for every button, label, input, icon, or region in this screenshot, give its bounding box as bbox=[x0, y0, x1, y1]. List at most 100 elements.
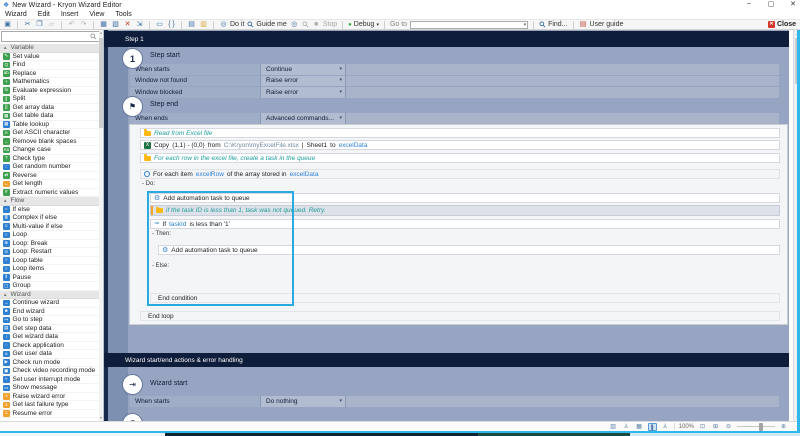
maximize-button[interactable]: ▢ bbox=[766, 0, 776, 8]
menu-view[interactable]: View bbox=[89, 11, 104, 18]
sidebar-item-check-application[interactable]: ◌Check application bbox=[0, 342, 100, 351]
paste-icon[interactable]: ▱ bbox=[47, 20, 56, 29]
sidebar-item-get-wizard-data[interactable]: iGet wizard data bbox=[0, 333, 100, 342]
sidebar-item-get-last-failure-type[interactable]: ⚠Get last failure type bbox=[0, 401, 100, 410]
comment-row[interactable]: For each row in the excel file, create a… bbox=[140, 153, 780, 163]
wizard-actions-header[interactable]: Wizard start/end actions & error handlin… bbox=[104, 353, 789, 367]
sidebar-item-loop-break[interactable]: ⊗Loop: Break bbox=[0, 240, 100, 249]
sidebar-item-evaluate-expression[interactable]: fxEvaluate expression bbox=[0, 87, 100, 96]
end-loop-row[interactable]: End loop bbox=[140, 311, 780, 321]
sidebar-item-mathematics[interactable]: +Mathematics bbox=[0, 78, 100, 87]
cut-icon[interactable]: ✂ bbox=[23, 20, 32, 29]
minimize-button[interactable]: – bbox=[744, 0, 754, 8]
sidebar-category-flow[interactable]: ▲Flow bbox=[0, 197, 100, 206]
zoom-slider-thumb[interactable] bbox=[759, 423, 763, 431]
sidebar-item-resume-error[interactable]: ⚠Resume error bbox=[0, 410, 100, 419]
sidebar-item-show-message[interactable]: ▭Show message bbox=[0, 384, 100, 393]
step1-header[interactable]: Step 1 bbox=[104, 31, 789, 47]
window-not-found-dropdown[interactable]: Raise error▾ bbox=[260, 76, 345, 87]
sidebar-item-get-step-data[interactable]: ▤Get step data bbox=[0, 325, 100, 334]
sidebar-item-remove-blank-spaces[interactable]: _Remove blank spaces bbox=[0, 138, 100, 147]
fit-screen-icon[interactable]: ⊡ bbox=[698, 423, 707, 431]
sidebar-item-end-wizard[interactable]: ■End wizard bbox=[0, 308, 100, 317]
debug-button[interactable]: ● Debug ▾ bbox=[348, 21, 379, 28]
sidebar-item-get-array-data[interactable]: []Get array data bbox=[0, 104, 100, 113]
else-label[interactable]: - Else: bbox=[152, 263, 169, 269]
sidebar-item-table-lookup[interactable]: ▦Table lookup bbox=[0, 121, 100, 130]
goto-input[interactable]: ▾ bbox=[410, 21, 528, 29]
menu-edit[interactable]: Edit bbox=[38, 11, 50, 18]
delete-icon[interactable]: ✕ bbox=[123, 20, 132, 29]
sidebar-item-loop-items[interactable]: ○Loop items bbox=[0, 265, 100, 274]
sidebar-item-get-ascii-character[interactable]: AGet ASCII character bbox=[0, 129, 100, 138]
sidebar-item-get-length[interactable]: ↔Get length bbox=[0, 180, 100, 189]
sidebar-item-reverse[interactable]: ⇄Reverse bbox=[0, 172, 100, 181]
selected-comment-row[interactable]: if the task ID is less than 1, task was … bbox=[150, 205, 780, 216]
do-it-button[interactable]: ◎ Do it bbox=[219, 20, 244, 29]
sidebar-item-loop-restart[interactable]: ⊙Loop: Restart bbox=[0, 248, 100, 257]
add-task-row[interactable]: ⚙ Add automation task to queue bbox=[158, 245, 780, 255]
file-icon[interactable]: ▤ bbox=[187, 20, 196, 29]
view-steps-icon[interactable]: ⅄ bbox=[622, 423, 631, 431]
view-tree-icon[interactable]: ⅄ bbox=[661, 423, 670, 431]
target-icon[interactable]: ◎ bbox=[290, 20, 299, 29]
sidebar-search-input[interactable] bbox=[1, 31, 100, 42]
stop-button[interactable]: ■ Stop bbox=[312, 20, 337, 29]
close-wizard-button[interactable]: ✕ Close bbox=[768, 21, 796, 28]
sidebar-item-loop-table[interactable]: ○Loop table bbox=[0, 257, 100, 266]
menu-tools[interactable]: Tools bbox=[115, 11, 131, 18]
scrollbar-thumb[interactable] bbox=[99, 38, 103, 128]
sidebar-item-if-else[interactable]: =If else bbox=[0, 206, 100, 215]
guide-me-button[interactable]: Guide me bbox=[247, 21, 286, 28]
sidebar-item-group[interactable]: ▢Group bbox=[0, 282, 100, 291]
window-blocked-dropdown[interactable]: Raise error▾ bbox=[260, 87, 345, 98]
when-starts-dropdown[interactable]: Continue▾ bbox=[260, 64, 345, 75]
when-ends-dropdown[interactable]: Advanced commands...▾ bbox=[260, 113, 345, 124]
sidebar-item-complex-if-else[interactable]: ≣Complex if else bbox=[0, 214, 100, 223]
fit-width-icon[interactable]: ⊞ bbox=[711, 423, 720, 431]
sidebar-item-raise-wizard-error[interactable]: ⚠Raise wizard error bbox=[0, 393, 100, 402]
comment-row[interactable]: Read from Excel file bbox=[140, 128, 780, 138]
sidebar-item-get-random-number[interactable]: ::Get random number bbox=[0, 163, 100, 172]
view-document-icon[interactable]: ❚ bbox=[648, 423, 657, 431]
add-task-row[interactable]: ⚙ Add automation task to queue bbox=[150, 193, 780, 203]
resize-icon[interactable]: ⇲ bbox=[135, 20, 144, 29]
sidebar-item-check-run-mode[interactable]: ▶Check run mode bbox=[0, 359, 100, 368]
sidebar-item-check-video-recording-mode[interactable]: ▣Check video recording mode bbox=[0, 367, 100, 376]
sidebar-item-go-to-step[interactable]: ↪Go to step bbox=[0, 316, 100, 325]
sidebar-item-multi-value-if-else[interactable]: ≡Multi-value if else bbox=[0, 223, 100, 232]
end-condition-row[interactable]: End condition bbox=[150, 293, 780, 303]
sidebar-item-set-value[interactable]: ✎Set value bbox=[0, 53, 100, 62]
rectangle-icon[interactable]: ▭ bbox=[155, 20, 164, 29]
loop-row[interactable]: For each item excelRow of the array stor… bbox=[140, 169, 780, 179]
sidebar-item-replace[interactable]: abReplace bbox=[0, 70, 100, 79]
magnifier-gray-icon[interactable] bbox=[302, 21, 309, 28]
braces-icon[interactable]: { } bbox=[167, 20, 176, 29]
if-condition-row[interactable]: ≔ If taskId is less than '1' bbox=[150, 219, 780, 229]
sidebar-item-split[interactable]: ∥Split bbox=[0, 95, 100, 104]
sidebar-item-change-case[interactable]: AaChange case bbox=[0, 146, 100, 155]
undo-icon[interactable]: ↶ bbox=[67, 20, 76, 29]
zoom-in-icon[interactable]: ⊕ bbox=[779, 423, 788, 431]
do-label[interactable]: - Do: bbox=[142, 181, 155, 187]
zoom-slider[interactable] bbox=[737, 426, 775, 427]
save-icon[interactable]: ▣ bbox=[3, 20, 12, 29]
sidebar-item-extract-numeric-values[interactable]: #Extract numeric values bbox=[0, 189, 100, 198]
image-icon[interactable]: ▦ bbox=[99, 20, 108, 29]
copy-excel-row[interactable]: X Copy (1,1) - (0,0) from C:\Kryon\myExc… bbox=[140, 140, 780, 150]
sidebar-item-loop[interactable]: ○Loop bbox=[0, 231, 100, 240]
capture-icon[interactable]: ▧ bbox=[111, 20, 120, 29]
sidebar-item-get-table-data[interactable]: ▦Get table data bbox=[0, 112, 100, 121]
find-button[interactable]: Find... bbox=[539, 21, 567, 28]
view-layout-icon[interactable]: ▥ bbox=[609, 423, 618, 431]
close-window-button[interactable]: ✕ bbox=[788, 0, 798, 8]
folder-open-icon[interactable]: ▥ bbox=[199, 20, 208, 29]
sidebar-item-find[interactable]: QFind bbox=[0, 61, 100, 70]
sidebar-item-get-user-data[interactable]: uGet user data bbox=[0, 350, 100, 359]
then-label[interactable]: - Then: bbox=[152, 231, 171, 237]
menu-insert[interactable]: Insert bbox=[61, 11, 79, 18]
zoom-out-icon[interactable]: ⊖ bbox=[724, 423, 733, 431]
sidebar-item-continue-wizard[interactable]: →Continue wizard bbox=[0, 299, 100, 308]
sidebar-category-variable[interactable]: ▲Variable bbox=[0, 44, 100, 53]
sidebar-item-pause[interactable]: ‖Pause bbox=[0, 274, 100, 283]
